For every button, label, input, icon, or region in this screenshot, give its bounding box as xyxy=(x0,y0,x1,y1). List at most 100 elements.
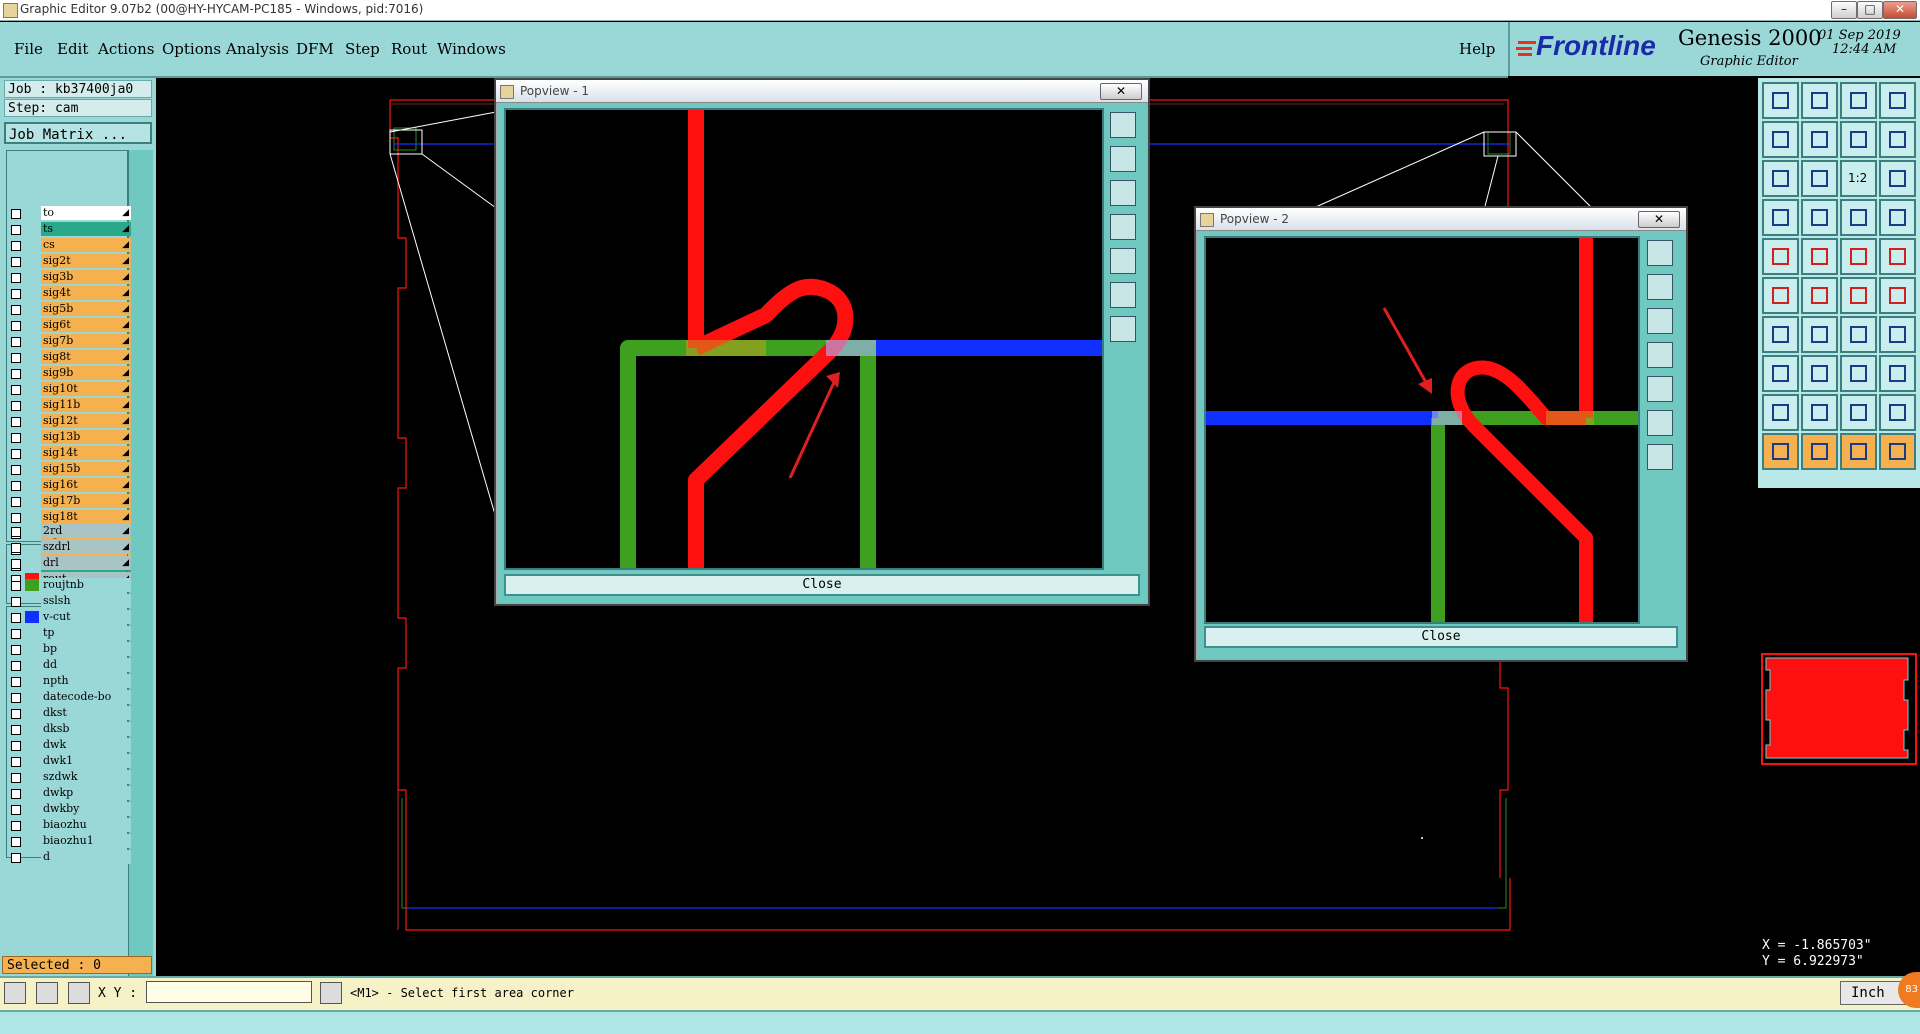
layer-checkbox[interactable] xyxy=(11,481,21,491)
layer-checkbox[interactable] xyxy=(11,543,21,553)
pointer-icon[interactable] xyxy=(1840,433,1877,470)
popview-pan-up-icon[interactable] xyxy=(1647,274,1673,300)
layer-row-sig13b[interactable]: sig13b ◢ xyxy=(8,430,131,444)
layer-arrow-icon[interactable]: ◢ xyxy=(122,540,129,554)
layer-name[interactable]: cs ◢ xyxy=(41,238,131,252)
layer-name[interactable]: drl ◢ xyxy=(41,556,131,570)
layer-row-drl[interactable]: drl ◢ xyxy=(8,556,131,570)
layer-row-biaozhu[interactable]: biaozhu xyxy=(8,818,131,832)
pan-left-icon[interactable] xyxy=(1762,121,1799,158)
popview-pan-left-icon[interactable] xyxy=(1110,214,1136,240)
stretch-icon[interactable] xyxy=(1879,355,1916,392)
layer-checkbox[interactable] xyxy=(11,465,21,475)
layer-name[interactable]: npth xyxy=(41,674,131,688)
connect-icon[interactable] xyxy=(1762,277,1799,314)
layer-name[interactable]: sig12t ◢ xyxy=(41,414,131,428)
measure-icon[interactable] xyxy=(1762,199,1799,236)
layer-arrow-icon[interactable]: ◢ xyxy=(122,334,129,348)
circle-icon[interactable] xyxy=(1879,238,1916,275)
snap-icon[interactable] xyxy=(1801,199,1838,236)
menu-step[interactable]: Step xyxy=(345,40,380,58)
layer-name[interactable]: dwkby xyxy=(41,802,131,816)
cross-icon[interactable] xyxy=(1801,277,1838,314)
close-window-button[interactable]: ✕ xyxy=(1883,1,1917,19)
layer-checkbox[interactable] xyxy=(11,789,21,799)
layer-name[interactable]: dkst xyxy=(41,706,131,720)
move-icon[interactable] xyxy=(1762,355,1799,392)
layer-name[interactable]: szdrl ◢ xyxy=(41,540,131,554)
layer-checkbox[interactable] xyxy=(11,353,21,363)
layer-name[interactable]: sig4t ◢ xyxy=(41,286,131,300)
layers-icon[interactable] xyxy=(1840,199,1877,236)
layer-name[interactable]: sig5b ◢ xyxy=(41,302,131,316)
layer-checkbox[interactable] xyxy=(11,821,21,831)
layer-checkbox[interactable] xyxy=(11,449,21,459)
layer-name[interactable]: sig11b ◢ xyxy=(41,398,131,412)
layer-checkbox[interactable] xyxy=(11,401,21,411)
layer-name[interactable]: sig14t ◢ xyxy=(41,446,131,460)
menu-actions[interactable]: Actions xyxy=(98,40,154,58)
popview-center-icon[interactable] xyxy=(1110,316,1136,342)
line-icon[interactable] xyxy=(1801,238,1838,275)
slash-icon[interactable] xyxy=(1801,316,1838,353)
layer-row-ts[interactable]: ts ◢ xyxy=(8,222,131,236)
pointer-alt-icon[interactable] xyxy=(1879,433,1916,470)
layer-row-dksb[interactable]: dksb xyxy=(8,722,131,736)
layer-checkbox[interactable] xyxy=(11,209,21,219)
layer-row-2rd[interactable]: 2rd ◢ xyxy=(8,524,131,538)
layer-arrow-icon[interactable]: ◢ xyxy=(122,318,129,332)
layer-name[interactable]: sig6t ◢ xyxy=(41,318,131,332)
layer-name[interactable]: sig17b ◢ xyxy=(41,494,131,508)
layer-name[interactable]: sig7b ◢ xyxy=(41,334,131,348)
layer-arrow-icon[interactable]: ◢ xyxy=(122,494,129,508)
layer-name[interactable]: dd xyxy=(41,658,131,672)
pad-icon[interactable] xyxy=(1762,238,1799,275)
layer-name[interactable]: to ◢ xyxy=(41,206,131,220)
layer-row-sig16t[interactable]: sig16t ◢ xyxy=(8,478,131,492)
layer-row-sig18t[interactable]: sig18t ◢ xyxy=(8,510,131,524)
popview-pan-right-icon[interactable] xyxy=(1647,376,1673,402)
layer-name[interactable]: d xyxy=(41,850,131,864)
layer-row-npth[interactable]: npth xyxy=(8,674,131,688)
layer-checkbox[interactable] xyxy=(11,513,21,523)
popview-zoom-in-icon[interactable] xyxy=(1110,112,1136,138)
layer-row-dwkby[interactable]: dwkby xyxy=(8,802,131,816)
layer-row-szdwk[interactable]: szdwk xyxy=(8,770,131,784)
measure-mode-icon[interactable] xyxy=(36,982,58,1004)
layer-row-to[interactable]: to ◢ xyxy=(8,206,131,220)
layer-row-cs[interactable]: cs ◢ xyxy=(8,238,131,252)
layer-checkbox[interactable] xyxy=(11,527,21,537)
layer-scrollbar[interactable] xyxy=(128,150,153,976)
layer-name[interactable]: roujtnb xyxy=(41,578,131,592)
menu-icon[interactable] xyxy=(1879,121,1916,158)
layer-arrow-icon[interactable]: ◢ xyxy=(122,350,129,364)
layer-arrow-icon[interactable]: ◢ xyxy=(122,446,129,460)
popview-1-close-x[interactable]: ✕ xyxy=(1100,83,1142,100)
layer-name[interactable]: dwk1 xyxy=(41,754,131,768)
layer-row-dd[interactable]: dd xyxy=(8,658,131,672)
layer-row-roujtnb[interactable]: roujtnb xyxy=(8,578,131,592)
layer-checkbox[interactable] xyxy=(11,289,21,299)
popview-pan-up-icon[interactable] xyxy=(1110,146,1136,172)
select-mode-icon[interactable] xyxy=(4,982,26,1004)
layer-row-datecode-bo[interactable]: datecode-bo xyxy=(8,690,131,704)
layer-checkbox[interactable] xyxy=(11,709,21,719)
layer-checkbox[interactable] xyxy=(11,837,21,847)
popview-1-close-button[interactable]: Close xyxy=(504,574,1140,596)
info-icon[interactable] xyxy=(320,982,342,1004)
layer-row-tp[interactable]: tp xyxy=(8,626,131,640)
menu-help[interactable]: Help xyxy=(1459,40,1495,58)
layer-row-sig5b[interactable]: sig5b ◢ xyxy=(8,302,131,316)
fit-icon[interactable] xyxy=(1840,121,1877,158)
zoom-page-icon[interactable] xyxy=(1801,82,1838,119)
triangle-icon[interactable] xyxy=(1762,394,1799,431)
layer-row-biaozhu1[interactable]: biaozhu1 xyxy=(8,834,131,848)
layer-checkbox[interactable] xyxy=(11,645,21,655)
layer-row-sig14t[interactable]: sig14t ◢ xyxy=(8,446,131,460)
layer-checkbox[interactable] xyxy=(11,805,21,815)
layer-name[interactable]: dwkp xyxy=(41,786,131,800)
layer-name[interactable]: sig16t ◢ xyxy=(41,478,131,492)
popview-pan-right-icon[interactable] xyxy=(1110,248,1136,274)
layer-name[interactable]: sig9b ◢ xyxy=(41,366,131,380)
popview-2-viewport[interactable] xyxy=(1204,236,1640,624)
